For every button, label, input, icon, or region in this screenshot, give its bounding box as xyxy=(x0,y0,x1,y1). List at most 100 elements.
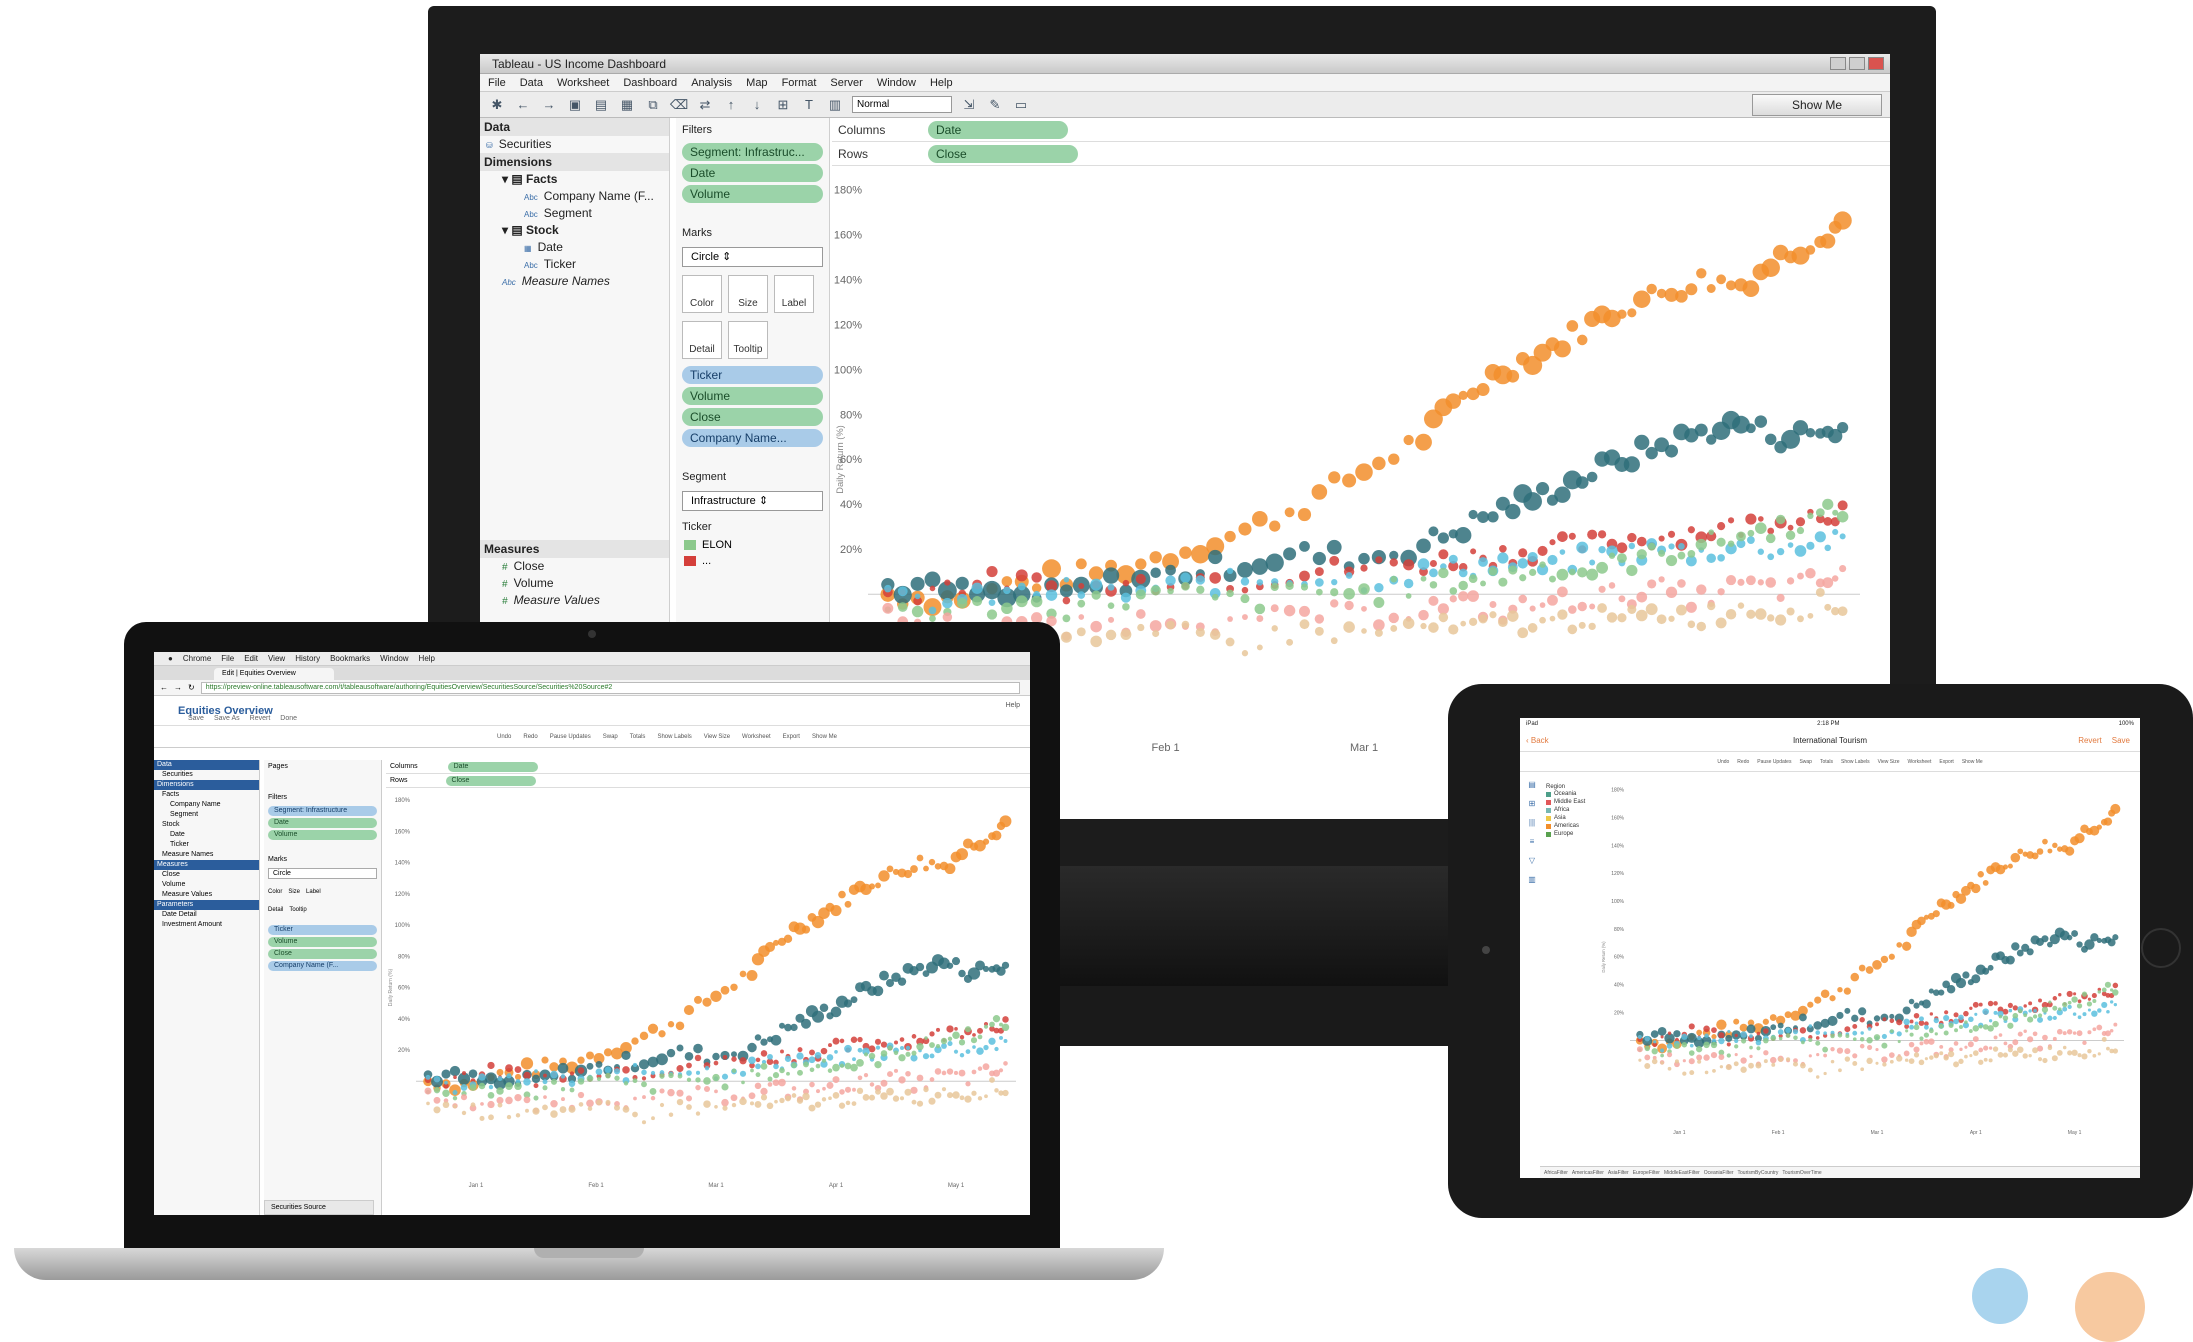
data-point[interactable] xyxy=(947,1040,953,1047)
data-point[interactable] xyxy=(2002,864,2009,870)
measure-volume[interactable]: # Volume xyxy=(480,575,669,592)
view-size-button[interactable]: View Size xyxy=(1878,759,1900,765)
data-point[interactable] xyxy=(911,1099,917,1105)
data-point[interactable] xyxy=(2071,996,2078,1003)
data-point[interactable] xyxy=(1428,622,1439,633)
data-point[interactable] xyxy=(1775,614,1787,626)
data-point[interactable] xyxy=(1617,613,1627,623)
sheet-tab[interactable]: EuropeFilter xyxy=(1633,1170,1660,1176)
data-point[interactable] xyxy=(1651,1048,1658,1055)
data-point[interactable] xyxy=(596,1076,602,1082)
data-point[interactable] xyxy=(760,1063,768,1070)
data-point[interactable] xyxy=(1299,570,1310,582)
save-as-link[interactable]: Save As xyxy=(214,715,240,722)
data-point[interactable] xyxy=(1778,1057,1784,1062)
data-point[interactable] xyxy=(1742,280,1760,297)
export-button[interactable]: Export xyxy=(783,734,800,740)
home-button[interactable] xyxy=(2141,928,2181,968)
data-point[interactable] xyxy=(1634,434,1650,450)
dimension-date[interactable]: ▦ Date xyxy=(480,239,669,256)
data-point[interactable] xyxy=(1831,575,1839,582)
data-point[interactable] xyxy=(1903,1050,1910,1057)
data-point[interactable] xyxy=(632,1111,638,1118)
data-point[interactable] xyxy=(1597,603,1607,613)
data-point[interactable] xyxy=(1763,1059,1768,1064)
data-point[interactable] xyxy=(959,1035,965,1040)
data-point[interactable] xyxy=(2037,1016,2043,1023)
data-point[interactable] xyxy=(796,1052,804,1060)
data-point[interactable] xyxy=(1030,595,1043,608)
data-point[interactable] xyxy=(983,1044,989,1051)
mac-menu-help[interactable]: Help xyxy=(419,652,435,665)
data-point[interactable] xyxy=(1271,625,1278,632)
data-point[interactable] xyxy=(1796,526,1805,535)
data-point[interactable] xyxy=(1710,1052,1718,1059)
data-point[interactable] xyxy=(1438,612,1449,623)
data-point[interactable] xyxy=(994,1088,999,1093)
data-point[interactable] xyxy=(1627,308,1637,318)
data-point[interactable] xyxy=(730,1094,738,1102)
data-point[interactable] xyxy=(525,1108,529,1113)
data-point[interactable] xyxy=(1896,942,1903,948)
data-point[interactable] xyxy=(989,1021,995,1028)
data-point[interactable] xyxy=(488,1114,494,1121)
data-point[interactable] xyxy=(784,1055,792,1062)
data-point[interactable] xyxy=(695,1077,701,1083)
data-point[interactable] xyxy=(1681,1041,1688,1048)
data-point[interactable] xyxy=(1725,1064,1732,1071)
data-point[interactable] xyxy=(1196,585,1205,594)
data-point[interactable] xyxy=(1429,559,1437,568)
data-point[interactable] xyxy=(1682,1059,1686,1063)
data-point[interactable] xyxy=(702,997,712,1007)
data-point[interactable] xyxy=(1909,1032,1914,1037)
sheet-tab[interactable]: AmericasFilter xyxy=(1572,1170,1604,1176)
data-point[interactable] xyxy=(790,1023,798,1032)
data-point[interactable] xyxy=(1943,1014,1950,1022)
data-point[interactable] xyxy=(2072,1031,2077,1035)
data-point[interactable] xyxy=(534,1069,538,1073)
data-point[interactable] xyxy=(604,1066,612,1074)
new-worksheet-icon[interactable]: ▦ xyxy=(618,97,636,113)
marks-pill-volume[interactable]: Volume xyxy=(268,937,377,947)
data-point[interactable] xyxy=(857,1075,863,1081)
data-point[interactable] xyxy=(2112,989,2119,996)
data-point[interactable] xyxy=(934,1091,942,1099)
data-point[interactable] xyxy=(1448,624,1459,635)
data-point[interactable] xyxy=(1958,1014,1964,1021)
presentation-icon[interactable]: ▭ xyxy=(1012,97,1030,113)
url-input[interactable]: https://preview-online.tableausoftware.c… xyxy=(200,681,1020,694)
data-point[interactable] xyxy=(868,1052,876,1060)
data-point[interactable] xyxy=(704,1065,710,1071)
data-point[interactable] xyxy=(766,1102,774,1110)
data-point[interactable] xyxy=(1656,614,1667,625)
data-point[interactable] xyxy=(2113,1002,2118,1007)
data-point[interactable] xyxy=(1792,1029,1799,1035)
data-point[interactable] xyxy=(659,1102,665,1108)
data-point[interactable] xyxy=(1226,589,1234,598)
data-point[interactable] xyxy=(1716,537,1726,547)
data-point[interactable] xyxy=(1953,1041,1959,1046)
data-point[interactable] xyxy=(1517,627,1529,639)
data-point[interactable] xyxy=(1824,603,1832,611)
data-point[interactable] xyxy=(1880,955,1889,964)
data-point[interactable] xyxy=(1060,631,1072,643)
data-point[interactable] xyxy=(1675,290,1688,303)
data-point[interactable] xyxy=(433,1106,441,1114)
data-point[interactable] xyxy=(739,1057,747,1065)
data-point[interactable] xyxy=(487,1092,495,1099)
data-point[interactable] xyxy=(2074,833,2085,844)
data-point[interactable] xyxy=(916,1042,924,1051)
data-point[interactable] xyxy=(1668,615,1675,622)
data-point[interactable] xyxy=(1165,575,1176,586)
data-point[interactable] xyxy=(514,1066,522,1073)
data-point[interactable] xyxy=(892,1095,900,1102)
data-point[interactable] xyxy=(1107,602,1115,609)
data-point[interactable] xyxy=(1872,959,1882,970)
data-point[interactable] xyxy=(1091,590,1101,600)
data-point[interactable] xyxy=(1665,586,1678,599)
data-point[interactable] xyxy=(783,934,793,944)
data-point[interactable] xyxy=(875,882,881,889)
data-point[interactable] xyxy=(1618,595,1626,603)
data-point[interactable] xyxy=(442,1089,450,1098)
marks-pill-ticker[interactable]: Ticker xyxy=(682,366,823,384)
